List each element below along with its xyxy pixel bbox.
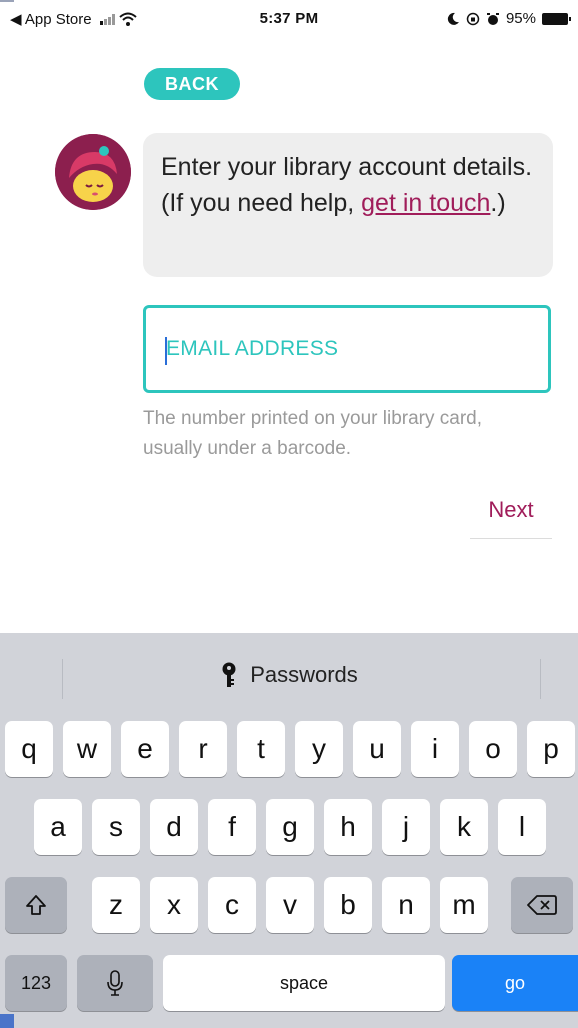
key-k[interactable]: k xyxy=(440,799,488,855)
key-icon xyxy=(222,662,236,687)
shift-key[interactable] xyxy=(5,877,67,933)
key-l[interactable]: l xyxy=(498,799,546,855)
key-j[interactable]: j xyxy=(382,799,430,855)
key-e[interactable]: e xyxy=(121,721,169,777)
key-c[interactable]: c xyxy=(208,877,256,933)
helper-text: The number printed on your library card,… xyxy=(143,408,482,459)
shift-icon xyxy=(26,895,46,915)
key-x[interactable]: x xyxy=(150,877,198,933)
key-o[interactable]: o xyxy=(469,721,517,777)
key-b[interactable]: b xyxy=(324,877,372,933)
next-button[interactable]: Next xyxy=(470,490,552,539)
status-bar: ◀ App Store 5:37 PM 95% xyxy=(0,0,578,36)
message-bubble: Enter your library account details. (If … xyxy=(143,133,553,277)
orientation-lock-icon xyxy=(466,12,480,25)
key-d[interactable]: d xyxy=(150,799,198,855)
key-g[interactable]: g xyxy=(266,799,314,855)
key-r[interactable]: r xyxy=(179,721,227,777)
key-q[interactable]: q xyxy=(5,721,53,777)
message-text-end: .) xyxy=(490,189,506,217)
key-i[interactable]: i xyxy=(411,721,459,777)
dictation-key[interactable] xyxy=(77,955,153,1011)
passwords-button[interactable]: Passwords xyxy=(0,657,578,693)
keyboard: Passwords q w e r t y u i o p a s d f g … xyxy=(0,633,578,1028)
key-w[interactable]: w xyxy=(63,721,111,777)
key-z[interactable]: z xyxy=(92,877,140,933)
email-field[interactable] xyxy=(143,305,551,393)
keyboard-suggestion-bar: Passwords xyxy=(0,633,578,709)
library-assistant-icon xyxy=(55,134,131,210)
delete-icon xyxy=(527,895,557,915)
key-f[interactable]: f xyxy=(208,799,256,855)
microphone-icon xyxy=(107,970,123,996)
text-cursor xyxy=(165,337,167,365)
numbers-key[interactable]: 123 xyxy=(5,955,67,1011)
key-p[interactable]: p xyxy=(527,721,575,777)
key-n[interactable]: n xyxy=(382,877,430,933)
key-y[interactable]: y xyxy=(295,721,343,777)
go-key[interactable]: go xyxy=(452,955,578,1011)
key-m[interactable]: m xyxy=(440,877,488,933)
key-h[interactable]: h xyxy=(324,799,372,855)
avatar xyxy=(55,134,131,210)
delete-key[interactable] xyxy=(511,877,573,933)
key-s[interactable]: s xyxy=(92,799,140,855)
key-u[interactable]: u xyxy=(353,721,401,777)
passwords-label: Passwords xyxy=(250,662,358,687)
key-a[interactable]: a xyxy=(34,799,82,855)
email-input[interactable] xyxy=(146,308,548,390)
key-t[interactable]: t xyxy=(237,721,285,777)
battery-percent: 95% xyxy=(505,10,536,27)
alarm-icon xyxy=(486,12,499,25)
back-button[interactable]: BACK xyxy=(144,68,240,100)
left-edge-block xyxy=(0,1014,14,1028)
space-key[interactable]: space xyxy=(163,955,445,1011)
get-in-touch-link[interactable]: get in touch xyxy=(361,189,490,217)
status-right: 95% xyxy=(446,10,571,27)
key-v[interactable]: v xyxy=(266,877,314,933)
moon-icon xyxy=(447,12,459,25)
battery-icon xyxy=(542,12,571,25)
